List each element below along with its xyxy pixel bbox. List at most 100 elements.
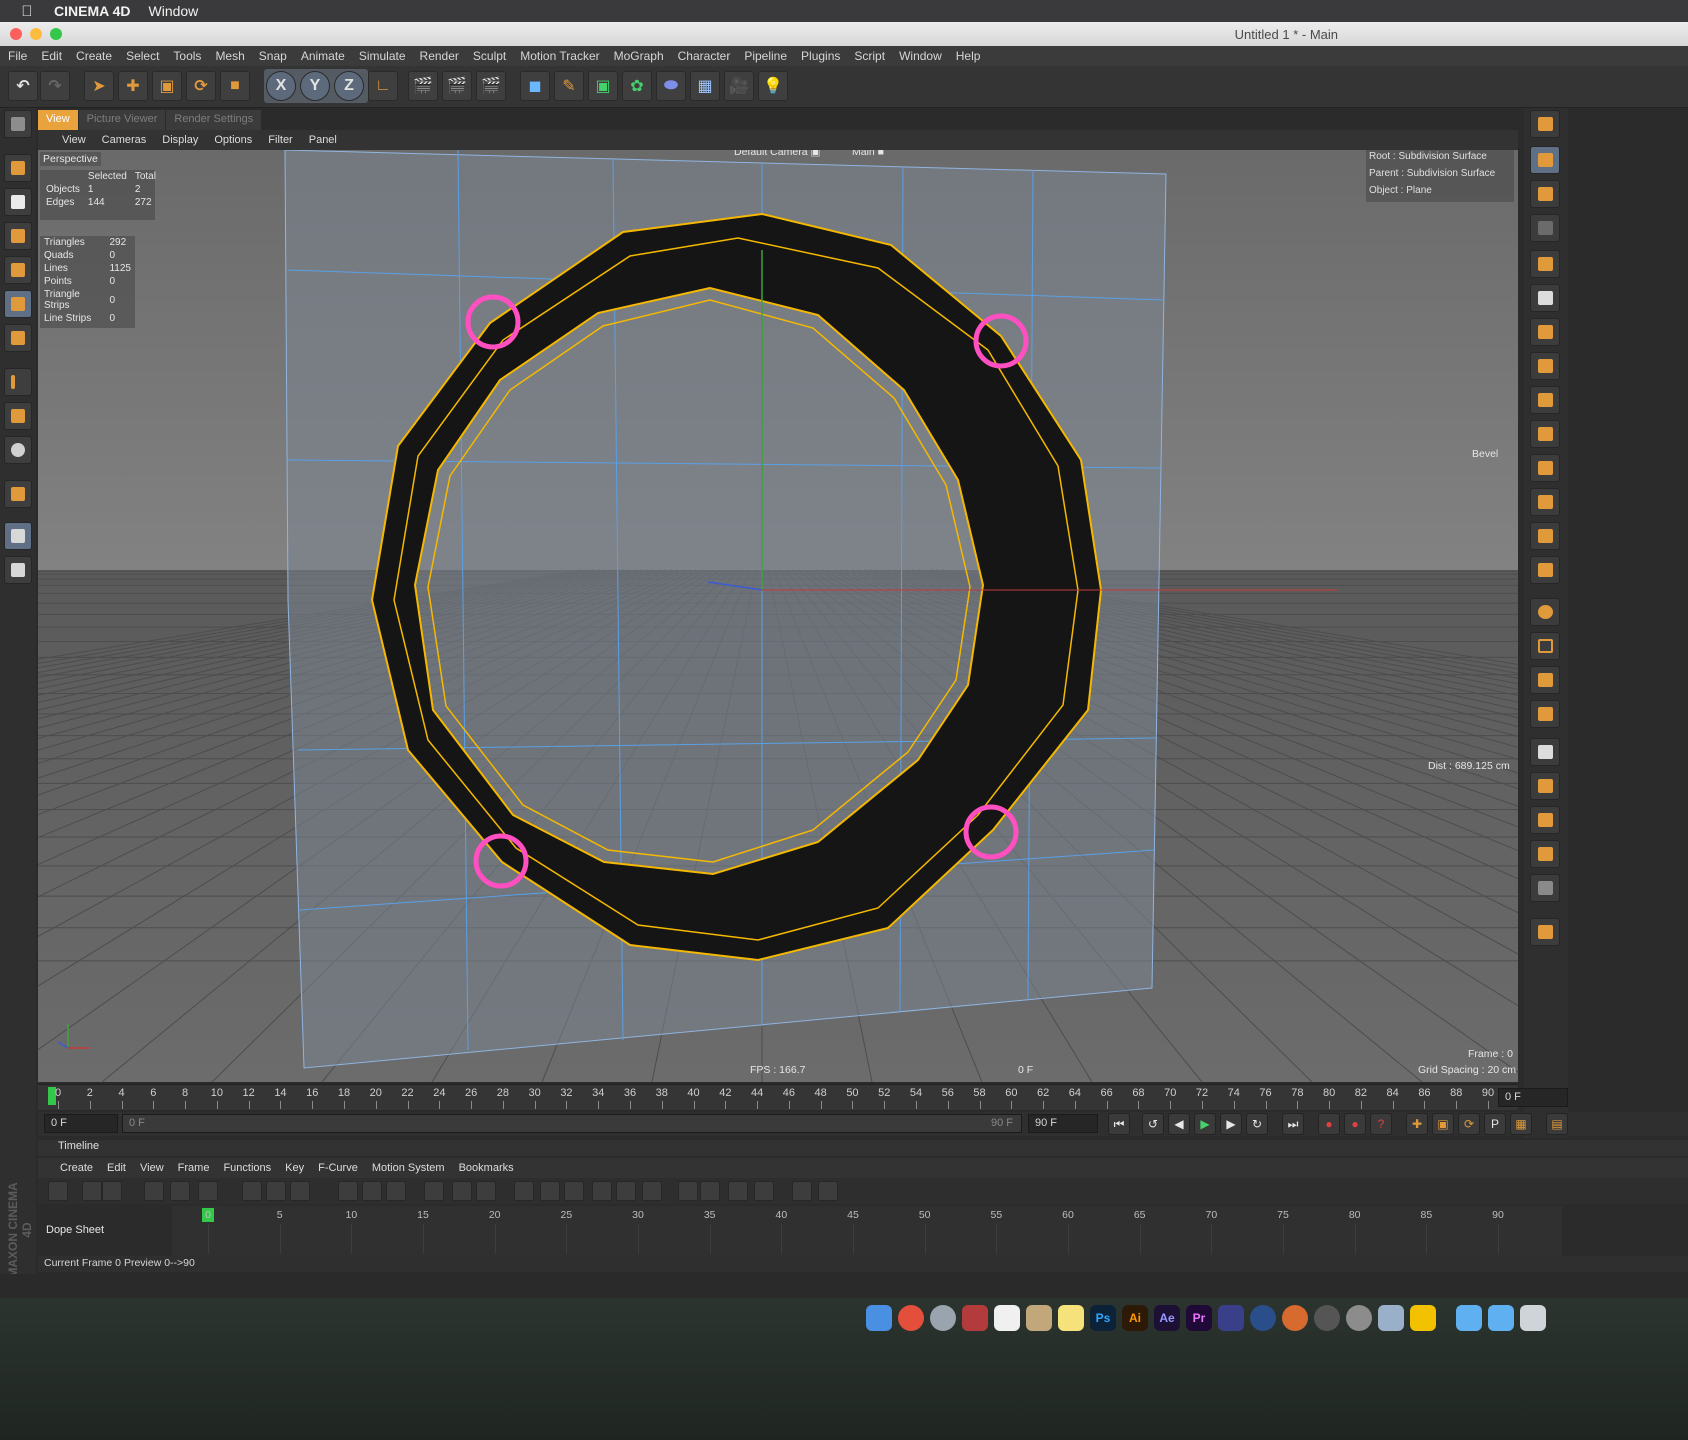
cube-object-icon[interactable]: ◼ xyxy=(520,71,550,101)
z-axis-button[interactable]: Z xyxy=(334,71,364,101)
calendar-icon[interactable] xyxy=(994,1305,1020,1331)
render-picture-viewer-icon[interactable]: 🎬 xyxy=(442,71,472,101)
make-editable-icon[interactable] xyxy=(4,110,32,138)
extrude-icon[interactable] xyxy=(1530,180,1560,208)
menu-sculpt[interactable]: Sculpt xyxy=(473,49,506,63)
timeline-menu-edit[interactable]: Edit xyxy=(107,1162,126,1174)
enable-snap-icon[interactable] xyxy=(4,480,32,508)
timeline-menu-functions[interactable]: Functions xyxy=(223,1162,271,1174)
workplane-mode-icon[interactable] xyxy=(4,222,32,250)
previous-frame-icon[interactable]: ◀ xyxy=(1168,1113,1190,1135)
timeline-tool-button[interactable] xyxy=(452,1181,472,1201)
recent-tools-icon[interactable]: ■ xyxy=(220,71,250,101)
timeline-tool-button[interactable] xyxy=(700,1181,720,1201)
timeline-tool-button[interactable] xyxy=(198,1181,218,1201)
dope-sheet-grid[interactable]: 0 5 10 15 20 25 30 35 40 45 50 55 60 65 70 75 80 85 90 xyxy=(172,1206,1562,1256)
grow-selection-icon[interactable] xyxy=(1530,840,1560,868)
go-to-start-icon[interactable]: ⏮ xyxy=(1108,1113,1130,1135)
polygon-selection-icon[interactable] xyxy=(1530,700,1560,728)
start-frame-field[interactable]: 0 F xyxy=(44,1114,118,1133)
timeline-tool-button[interactable] xyxy=(362,1181,382,1201)
tab-picture-viewer[interactable]: Picture Viewer xyxy=(78,110,167,130)
apple-icon[interactable]:  xyxy=(0,3,54,20)
menu-select[interactable]: Select xyxy=(126,49,159,63)
timeline-menu-frame[interactable]: Frame xyxy=(178,1162,210,1174)
close-window-button[interactable] xyxy=(10,28,22,40)
menu-pipeline[interactable]: Pipeline xyxy=(744,49,787,63)
timeline-ruler[interactable]: 0 2 4 6 8 10 12 14 16 18 20 22 24 26 28 30 32 34 36 38 40 42 4… xyxy=(38,1084,1518,1110)
inactive-object-icon[interactable] xyxy=(1530,214,1560,242)
premiere-icon[interactable]: Pr xyxy=(1186,1305,1212,1331)
viewport-menu-panel[interactable]: Panel xyxy=(309,134,337,146)
weld-icon[interactable] xyxy=(1530,488,1560,516)
lasso-selection-icon[interactable] xyxy=(1530,666,1560,694)
menu-mesh[interactable]: Mesh xyxy=(215,49,244,63)
tweak-mode-icon[interactable] xyxy=(4,402,32,430)
record-parameter-icon[interactable]: P xyxy=(1484,1113,1506,1135)
next-frame-icon[interactable]: ▶ xyxy=(1220,1113,1242,1135)
timeline-menu-motion-system[interactable]: Motion System xyxy=(372,1162,445,1174)
smooth-shift-icon[interactable] xyxy=(1530,420,1560,448)
shrink-selection-icon[interactable] xyxy=(1530,874,1560,902)
finder-icon[interactable] xyxy=(866,1305,892,1331)
extrude-inner-icon[interactable] xyxy=(1530,352,1560,380)
menu-window[interactable]: Window xyxy=(899,49,942,63)
rotate-icon[interactable]: ⟳ xyxy=(186,71,216,101)
menu-create[interactable]: Create xyxy=(76,49,112,63)
ring-selection-icon[interactable] xyxy=(1530,772,1560,800)
spline-pen-icon[interactable]: ✎ xyxy=(554,71,584,101)
timeline-menu-key[interactable]: Key xyxy=(285,1162,304,1174)
timeline-tool-button[interactable] xyxy=(170,1181,190,1201)
knife-icon[interactable] xyxy=(1530,250,1560,278)
render-settings-icon[interactable]: 🎬 xyxy=(476,71,506,101)
camera-icon[interactable]: 🎥 xyxy=(724,71,754,101)
timeline-tool-button[interactable] xyxy=(564,1181,584,1201)
autokey-icon[interactable]: ● xyxy=(1344,1113,1366,1135)
timeline-tool-button[interactable] xyxy=(754,1181,774,1201)
live-selection-icon[interactable]: ➤ xyxy=(84,71,114,101)
preview-icon[interactable] xyxy=(1378,1305,1404,1331)
tab-view[interactable]: View xyxy=(38,110,79,130)
timeline-tool-button[interactable] xyxy=(514,1181,534,1201)
render-view-icon[interactable]: 🎬 xyxy=(408,71,438,101)
system-preferences-icon[interactable] xyxy=(1346,1305,1372,1331)
launchpad-icon[interactable] xyxy=(930,1305,956,1331)
coordinate-system-icon[interactable]: ∟ xyxy=(368,71,398,101)
blender-icon[interactable] xyxy=(1314,1305,1340,1331)
media-encoder-icon[interactable] xyxy=(1218,1305,1244,1331)
matrix-extrude-icon[interactable] xyxy=(1530,386,1560,414)
deformer-icon[interactable]: ⬬ xyxy=(656,71,686,101)
points-mode-icon[interactable] xyxy=(4,256,32,284)
bridge-icon[interactable] xyxy=(1530,318,1560,346)
timeline-tool-button[interactable] xyxy=(818,1181,838,1201)
slide-icon[interactable] xyxy=(1530,284,1560,312)
mirror-icon[interactable] xyxy=(1530,556,1560,584)
timeline-tool-button[interactable] xyxy=(242,1181,262,1201)
redo-icon[interactable]: ↷ xyxy=(40,71,70,101)
rectangle-selection-icon[interactable] xyxy=(1530,632,1560,660)
timeline-tool-button[interactable] xyxy=(386,1181,406,1201)
chrome-icon[interactable] xyxy=(898,1305,924,1331)
workplane-icon[interactable] xyxy=(4,522,32,550)
convert-selection-icon[interactable] xyxy=(1530,806,1560,834)
cinema4d-dock-icon[interactable] xyxy=(1250,1305,1276,1331)
snap-icon[interactable] xyxy=(4,436,32,464)
viewport-menu-cameras[interactable]: Cameras xyxy=(102,134,147,146)
talk-app-icon[interactable] xyxy=(1410,1305,1436,1331)
scale-icon[interactable]: ▣ xyxy=(152,71,182,101)
menu-edit[interactable]: Edit xyxy=(41,49,62,63)
viewport-menu-display[interactable]: Display xyxy=(162,134,198,146)
folder-icon[interactable] xyxy=(1456,1305,1482,1331)
photoshop-icon[interactable]: Ps xyxy=(1090,1305,1116,1331)
layout-icon[interactable] xyxy=(1530,110,1560,138)
timeline-tool-button[interactable] xyxy=(616,1181,636,1201)
timeline-tool-button[interactable] xyxy=(82,1181,102,1201)
live-selection-tool-icon[interactable] xyxy=(1530,598,1560,626)
menu-plugins[interactable]: Plugins xyxy=(801,49,840,63)
preview-range-slider[interactable]: 0 F 90 F xyxy=(122,1114,1022,1133)
dictionary-icon[interactable] xyxy=(962,1305,988,1331)
magnet-icon[interactable] xyxy=(1530,522,1560,550)
viewport-menu-filter[interactable]: Filter xyxy=(268,134,292,146)
timeline-tool-button[interactable] xyxy=(476,1181,496,1201)
menu-motion-tracker[interactable]: Motion Tracker xyxy=(520,49,599,63)
